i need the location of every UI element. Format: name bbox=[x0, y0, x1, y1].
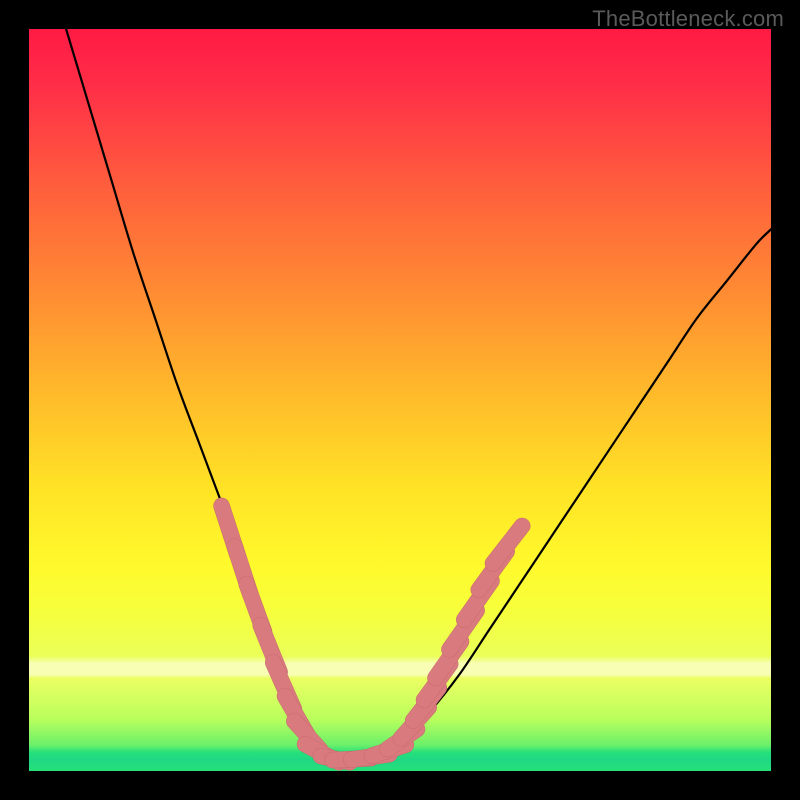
bottleneck-curve bbox=[66, 29, 771, 760]
plot-area bbox=[29, 29, 771, 771]
chart-frame: TheBottleneck.com bbox=[0, 0, 800, 800]
watermark-text: TheBottleneck.com bbox=[592, 6, 784, 32]
marker-capsule bbox=[482, 515, 534, 575]
highlighted-points bbox=[211, 496, 533, 771]
curve-layer bbox=[29, 29, 771, 771]
